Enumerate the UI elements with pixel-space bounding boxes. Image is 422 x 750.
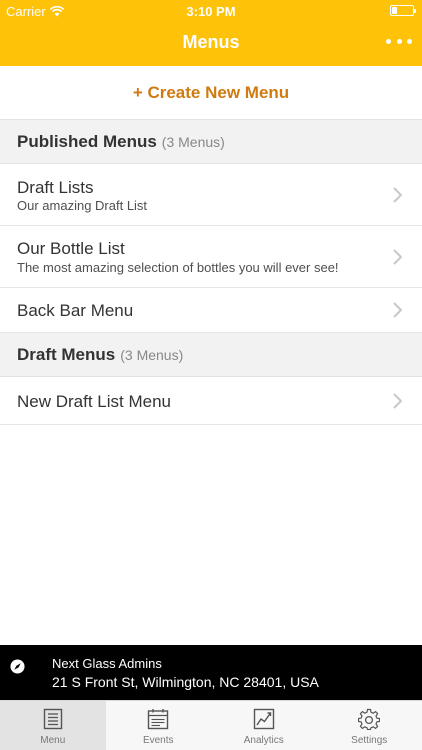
chevron-right-icon [393, 187, 402, 203]
page-title: Menus [182, 32, 240, 52]
section-header-draft: Draft Menus (3 Menus) [0, 333, 422, 377]
section-title: Published Menus [17, 131, 157, 151]
menu-row-title: Our Bottle List [17, 239, 125, 258]
location-name: Next Glass Admins [52, 656, 162, 671]
chevron-right-icon [393, 302, 402, 318]
menu-row-back-bar[interactable]: Back Bar Menu [0, 288, 422, 333]
menu-row-draft-lists[interactable]: Draft Lists Our amazing Draft List [0, 164, 422, 226]
section-header-published: Published Menus (3 Menus) [0, 120, 422, 164]
tab-label: Settings [351, 735, 388, 746]
tab-label: Menu [40, 735, 66, 746]
section-count: (3 Menus) [120, 346, 184, 363]
tab-bar: Menu Events Analytics Settings [0, 700, 422, 750]
create-new-menu-button[interactable]: + Create New Menu [0, 66, 422, 120]
section-title: Draft Menus [17, 344, 116, 364]
compass-icon [10, 659, 25, 674]
menu-row-subtitle: The most amazing selection of bottles yo… [17, 260, 339, 275]
calendar-icon [148, 709, 169, 730]
menu-row-bottle-list[interactable]: Our Bottle List The most amazing selecti… [0, 226, 422, 288]
tab-events[interactable]: Events [106, 701, 212, 750]
create-new-menu-label: + Create New Menu [132, 82, 290, 102]
chevron-right-icon [393, 393, 402, 409]
status-bar: Carrier 3:10 PM [0, 0, 422, 22]
more-dots-icon[interactable] [386, 34, 412, 48]
tab-label: Analytics [243, 735, 284, 746]
menu-list-icon [43, 708, 62, 730]
battery-icon [390, 5, 416, 16]
analytics-chart-icon [253, 708, 274, 730]
menu-row-subtitle: Our amazing Draft List [17, 198, 148, 213]
tab-analytics[interactable]: Analytics [211, 701, 317, 750]
tab-settings[interactable]: Settings [317, 701, 422, 750]
menu-row-new-draft-list[interactable]: New Draft List Menu [0, 377, 422, 425]
gear-icon [358, 708, 381, 730]
location-address: 21 S Front St, Wilmington, NC 28401, USA [52, 674, 319, 690]
menu-row-title: New Draft List Menu [17, 392, 171, 411]
section-count: (3 Menus) [161, 133, 225, 150]
status-time: 3:10 PM [186, 4, 236, 19]
menu-row-title: Back Bar Menu [17, 301, 134, 320]
chevron-right-icon [393, 249, 402, 265]
location-bar[interactable]: Next Glass Admins 21 S Front St, Wilming… [0, 645, 422, 700]
tab-label: Events [142, 735, 174, 746]
menu-row-title: Draft Lists [17, 178, 94, 197]
nav-header: Carrier 3:10 PM Menus [0, 0, 422, 66]
tab-menu[interactable]: Menu [0, 701, 106, 750]
